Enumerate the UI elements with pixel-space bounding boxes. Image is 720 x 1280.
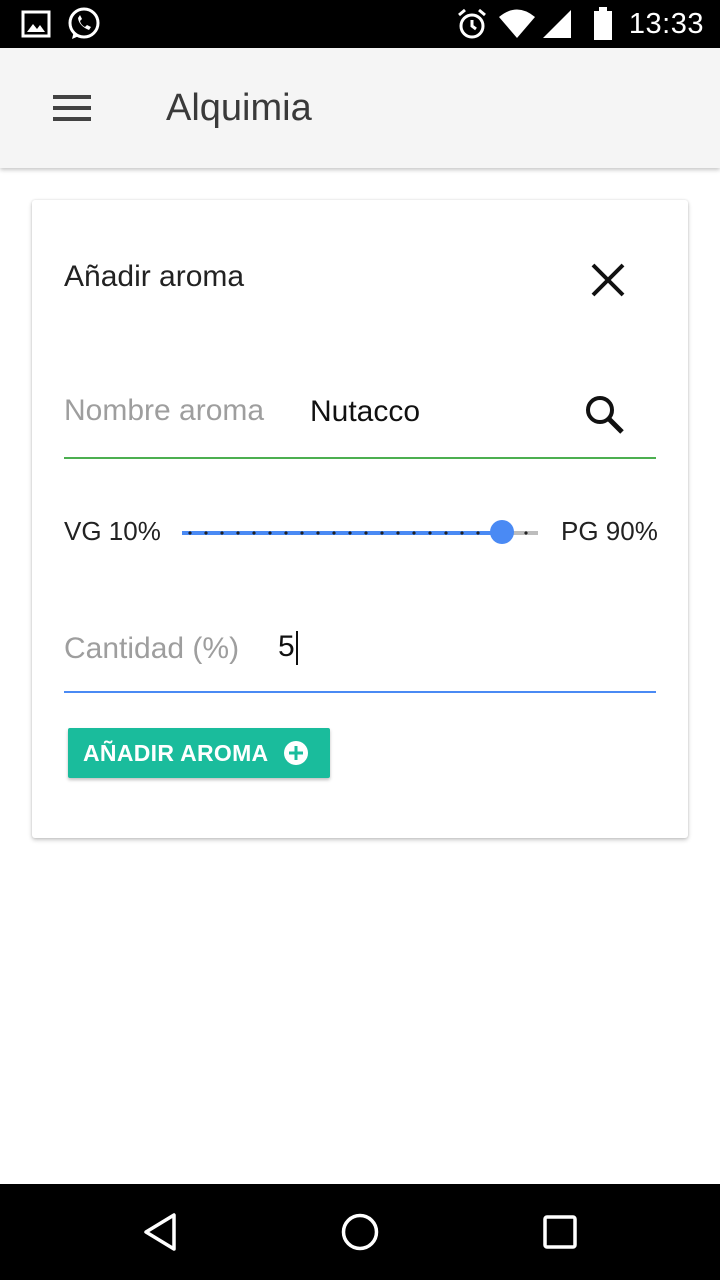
recents-icon — [542, 1214, 578, 1250]
add-aroma-button-label: AÑADIR AROMA — [83, 739, 269, 766]
signal-icon — [540, 0, 574, 48]
pg-label: PG 90% — [561, 516, 658, 546]
home-icon — [340, 1212, 380, 1252]
quantity-underline — [64, 691, 656, 693]
add-aroma-card: Añadir aroma Nombre aroma VG 10% — [32, 200, 688, 838]
navigation-bar — [0, 1184, 720, 1280]
hamburger-menu-icon — [53, 95, 91, 121]
add-aroma-button[interactable]: AÑADIR AROMA — [68, 728, 330, 778]
alarm-icon — [452, 0, 492, 48]
home-button[interactable] — [328, 1200, 392, 1264]
vg-label: VG 10% — [64, 516, 161, 546]
whatsapp-icon — [64, 0, 104, 48]
slider-thumb[interactable] — [490, 520, 515, 544]
wifi-icon — [496, 0, 538, 48]
battery-icon — [590, 0, 616, 48]
quantity-label: Cantidad (%) — [64, 632, 240, 665]
slider-tick-marks — [182, 531, 538, 535]
aroma-name-underline — [64, 457, 656, 459]
back-button[interactable] — [128, 1200, 192, 1264]
search-icon — [584, 394, 624, 434]
app-bar: Alquimia — [0, 48, 720, 168]
menu-button[interactable] — [40, 80, 104, 136]
status-time: 13:33 — [628, 8, 704, 40]
aroma-name-label: Nombre aroma — [64, 394, 265, 427]
quantity-value: 5 — [278, 630, 295, 663]
close-button[interactable] — [580, 252, 636, 308]
app-title: Alquimia — [166, 87, 312, 129]
quantity-field[interactable]: Cantidad (%) 5 — [64, 628, 656, 694]
image-icon — [18, 0, 54, 48]
aroma-name-input[interactable] — [310, 394, 560, 430]
text-cursor — [295, 631, 298, 666]
close-icon — [591, 263, 625, 297]
quantity-input[interactable]: 5 — [278, 630, 298, 666]
status-bar: 13:33 — [0, 0, 720, 48]
card-title: Añadir aroma — [64, 260, 245, 293]
search-button[interactable] — [572, 382, 636, 446]
back-icon — [142, 1212, 178, 1252]
plus-circle-icon — [284, 741, 309, 765]
aroma-name-field[interactable]: Nombre aroma — [64, 390, 656, 460]
recents-button[interactable] — [528, 1200, 592, 1264]
vg-pg-slider[interactable] — [182, 520, 538, 544]
